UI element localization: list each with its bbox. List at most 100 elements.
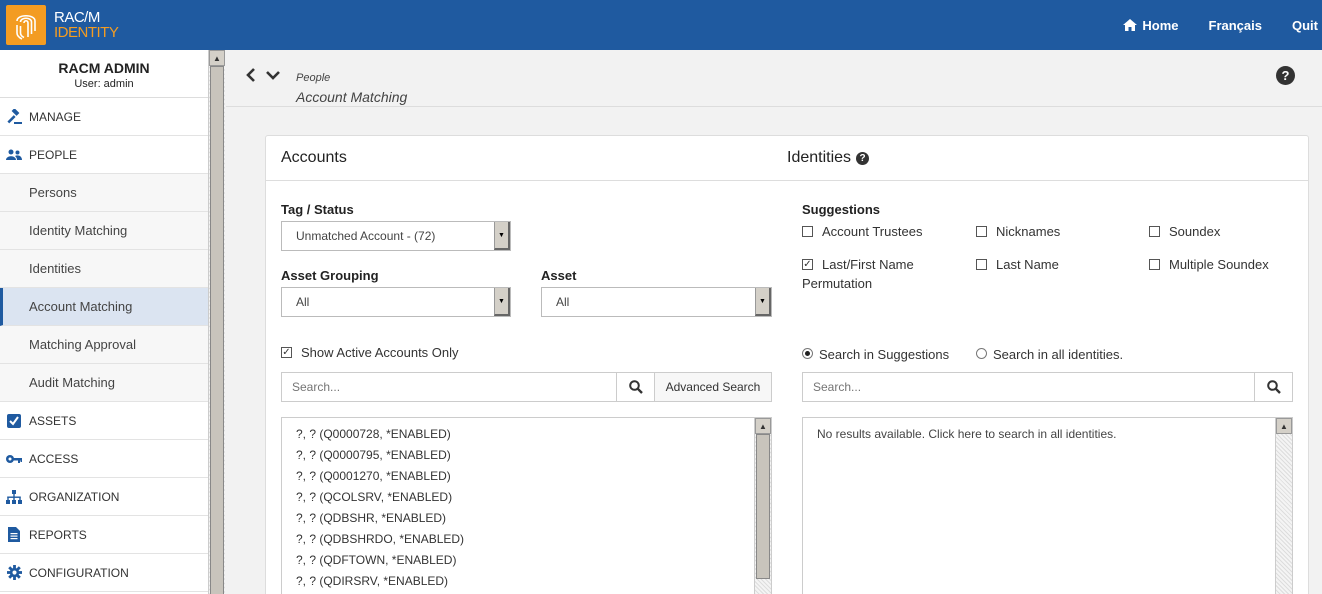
user-box: RACM ADMIN User: admin <box>0 50 208 98</box>
list-scrollbar[interactable]: ▲ <box>1275 418 1292 594</box>
list-item[interactable]: ?, ? (QDIRSRV, *ENABLED) <box>282 571 771 592</box>
account-trustees-checkbox[interactable]: Account Trustees <box>802 222 922 241</box>
list-item[interactable]: ?, ? (Q0000728, *ENABLED) <box>282 424 771 445</box>
gavel-icon <box>5 108 23 125</box>
sidebar-item-label: ORGANIZATION <box>29 489 120 504</box>
search-button[interactable] <box>616 373 654 401</box>
sidebar: RACM ADMIN User: admin MANAGE PEOPLE Per… <box>0 50 208 594</box>
language-link[interactable]: Français <box>1209 18 1262 33</box>
breadcrumb-parent[interactable]: People <box>296 72 330 84</box>
asset-grouping-value: All <box>296 295 310 309</box>
key-icon <box>5 451 23 467</box>
help-icon[interactable]: ? <box>856 151 870 165</box>
search-button[interactable] <box>1254 373 1292 401</box>
accounts-title: Accounts <box>281 149 347 166</box>
sidebar-item-configuration[interactable]: CONFIGURATION <box>0 554 208 592</box>
chevron-down-icon[interactable] <box>266 70 280 80</box>
accounts-search: Advanced Search <box>281 372 772 402</box>
dropdown-arrow-icon: ▼ <box>755 288 771 316</box>
sidebar-item-identity-matching[interactable]: Identity Matching <box>0 212 208 250</box>
asset-select[interactable]: All ▼ <box>541 287 772 317</box>
sidebar-item-manage[interactable]: MANAGE <box>0 98 208 136</box>
last-first-permutation-checkbox[interactable]: ✓ Last/First Name <box>802 255 914 274</box>
sidebar-item-access[interactable]: ACCESS <box>0 440 208 478</box>
sidebar-item-label: Account Matching <box>29 299 133 314</box>
sidebar-item-label: ASSETS <box>29 413 77 428</box>
last-first-label: Last/First Name <box>822 257 914 272</box>
identities-list[interactable]: No results available. Click here to sear… <box>802 417 1293 594</box>
home-icon <box>1123 19 1138 31</box>
sidebar-item-label: Matching Approval <box>29 337 136 352</box>
list-item[interactable]: ?, ? (QCOLSRV, *ENABLED) <box>282 487 771 508</box>
scroll-thumb[interactable] <box>756 434 770 579</box>
soundex-checkbox[interactable]: Soundex <box>1149 222 1220 241</box>
search-in-all-radio[interactable]: Search in all identities. <box>976 345 1123 364</box>
sidebar-item-audit-matching[interactable]: Audit Matching <box>0 364 208 402</box>
sidebar-item-identities[interactable]: Identities <box>0 250 208 288</box>
checkbox[interactable] <box>1149 259 1160 270</box>
sidebar-item-persons[interactable]: Persons <box>0 174 208 212</box>
list-item[interactable]: ?, ? (QDFTOWN, *ENABLED) <box>282 550 771 571</box>
list-item[interactable]: ?, ? (QDBSHRDO, *ENABLED) <box>282 529 771 550</box>
search-in-suggestions-radio[interactable]: Search in Suggestions <box>802 345 949 364</box>
page-title: Account Matching <box>296 89 408 105</box>
sidebar-item-label: Identity Matching <box>29 223 128 238</box>
scroll-thumb[interactable] <box>210 66 224 594</box>
sidebar-item-matching-approval[interactable]: Matching Approval <box>0 326 208 364</box>
asset-label: Asset <box>541 268 577 283</box>
list-scrollbar[interactable]: ▲ <box>754 418 771 594</box>
sidebar-item-people[interactable]: PEOPLE <box>0 136 208 174</box>
sidebar-item-reports[interactable]: REPORTS <box>0 516 208 554</box>
logo[interactable]: RAC/M IDENTITY <box>6 5 119 45</box>
home-link[interactable]: Home <box>1123 17 1179 33</box>
quit-link[interactable]: Quit <box>1292 18 1322 33</box>
chevron-left-icon[interactable] <box>246 68 256 82</box>
sidebar-item-account-matching[interactable]: Account Matching <box>0 288 208 326</box>
dropdown-arrow-icon: ▼ <box>494 222 510 250</box>
help-icon[interactable]: ? <box>1276 66 1295 85</box>
user-login: User: admin <box>74 78 134 90</box>
nicknames-checkbox[interactable]: Nicknames <box>976 222 1060 241</box>
advanced-search-button[interactable]: Advanced Search <box>654 373 771 401</box>
asset-grouping-label: Asset Grouping <box>281 268 379 283</box>
language-label: Français <box>1208 17 1262 33</box>
soundex-label: Soundex <box>1169 224 1221 239</box>
home-label: Home <box>1142 17 1179 33</box>
top-bar: RAC/M IDENTITY Home Français Quit <box>0 0 1322 50</box>
identities-search-input[interactable] <box>803 373 1254 401</box>
active-accounts-checkbox[interactable]: ✓ Show Active Accounts Only <box>281 343 459 362</box>
checkbox[interactable] <box>802 226 813 237</box>
tag-status-select[interactable]: Unmatched Account - (72) ▼ <box>281 221 511 251</box>
checkbox[interactable] <box>1149 226 1160 237</box>
checkbox[interactable] <box>976 259 987 270</box>
last-name-checkbox[interactable]: Last Name <box>976 255 1059 274</box>
list-item[interactable]: ?, ? (Q0001270, *ENABLED) <box>282 466 771 487</box>
scroll-up-arrow[interactable]: ▲ <box>209 50 225 66</box>
gear-icon <box>5 565 23 581</box>
radio-button[interactable] <box>976 348 987 359</box>
accounts-search-input[interactable] <box>282 373 616 401</box>
asset-grouping-select[interactable]: All ▼ <box>281 287 511 317</box>
sidebar-item-label: MANAGE <box>29 109 82 124</box>
panel-header: Accounts Identities ? <box>266 136 1308 181</box>
accounts-list[interactable]: ?, ? (Q0000728, *ENABLED)?, ? (Q0000795,… <box>281 417 772 594</box>
matching-panel: Accounts Identities ? Tag / Status Unmat… <box>265 135 1309 594</box>
identities-search <box>802 372 1293 402</box>
identities-title: Identities <box>787 149 852 166</box>
list-item[interactable]: ?, ? (Q0000795, *ENABLED) <box>282 445 771 466</box>
sidebar-scrollbar[interactable]: ▲ <box>208 50 225 594</box>
sidebar-item-assets[interactable]: ASSETS <box>0 402 208 440</box>
multiple-soundex-checkbox[interactable]: Multiple Soundex <box>1149 255 1269 274</box>
checkbox[interactable]: ✓ <box>281 347 292 358</box>
checkbox[interactable] <box>976 226 987 237</box>
scroll-up-arrow[interactable]: ▲ <box>755 418 771 434</box>
sidebar-item-label: Persons <box>29 185 77 200</box>
sidebar-item-label: Identities <box>29 261 82 276</box>
list-item[interactable]: ?, ? (QDBSHR, *ENABLED) <box>282 508 771 529</box>
sidebar-item-organization[interactable]: ORGANIZATION <box>0 478 208 516</box>
sidebar-item-label: REPORTS <box>29 527 87 542</box>
radio-button[interactable] <box>802 348 813 359</box>
no-results-link[interactable]: No results available. Click here to sear… <box>803 418 1292 441</box>
scroll-up-arrow[interactable]: ▲ <box>1276 418 1292 434</box>
checkbox[interactable]: ✓ <box>802 259 813 270</box>
